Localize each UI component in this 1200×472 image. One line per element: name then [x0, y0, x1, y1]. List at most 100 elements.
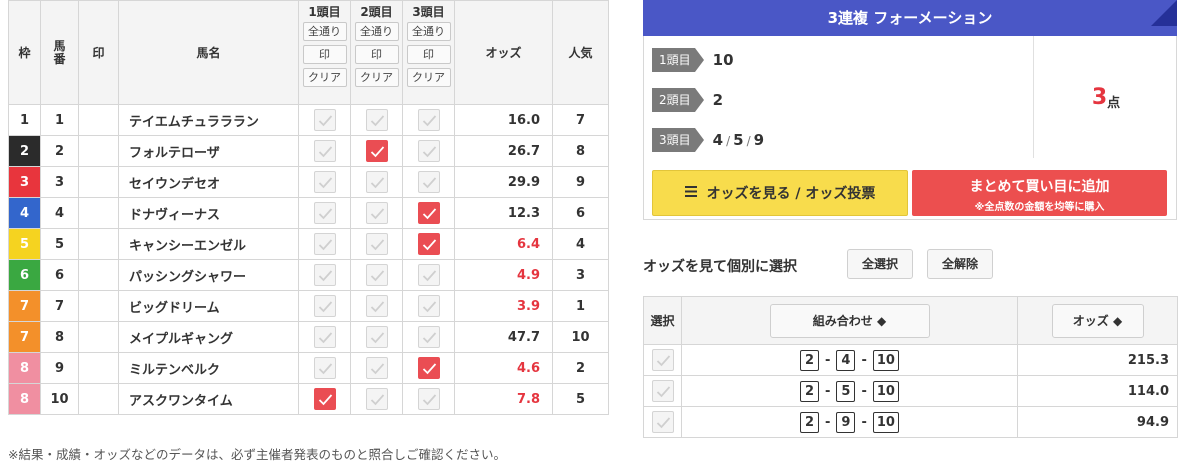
- popularity-value: 4: [575, 236, 586, 252]
- combo-checkbox[interactable]: [651, 349, 674, 371]
- horse-name[interactable]: ミルテンベルク: [129, 363, 220, 378]
- select-3-checkbox[interactable]: [417, 140, 440, 162]
- horse-name[interactable]: ドナヴィーナス: [129, 208, 220, 223]
- select-3-checkbox[interactable]: [417, 326, 440, 348]
- mark-cell[interactable]: [78, 135, 119, 167]
- horse-name-cell: ドナヴィーナス: [118, 197, 299, 229]
- combination-table-body: 2-4-10 215.3 2-5-10 114.0 2-9-10 94.9: [643, 344, 1178, 438]
- add-all-button[interactable]: まとめて買い目に追加 ※全点数の金額を均等に購入: [912, 170, 1167, 216]
- horse-name[interactable]: アスクワンタイム: [129, 394, 233, 409]
- odds-cell: 47.7: [454, 321, 553, 353]
- horse-name[interactable]: フォルテローザ: [129, 146, 220, 161]
- popularity-cell: 6: [552, 197, 609, 229]
- horse-name[interactable]: セイウンデセオ: [129, 177, 220, 192]
- select-1-mark-button[interactable]: 印: [302, 45, 347, 64]
- select-3-checkbox[interactable]: [417, 295, 440, 317]
- combo-checkbox[interactable]: [651, 411, 674, 433]
- select-3-checkbox[interactable]: [417, 233, 440, 255]
- mark-cell[interactable]: [78, 228, 119, 260]
- horse-name[interactable]: テイエムチュラララン: [129, 115, 259, 130]
- select-2-checkbox[interactable]: [365, 233, 388, 255]
- select-2-clear-button[interactable]: クリア: [354, 68, 399, 87]
- horse-row: 8 9 ミルテンベルク 4.6 2: [8, 352, 609, 384]
- popularity-value: 6: [575, 205, 586, 221]
- select-3-checkbox[interactable]: [417, 357, 440, 379]
- combo-cell: 2-4-10: [681, 344, 1018, 376]
- select-3-checkbox[interactable]: [417, 202, 440, 224]
- waku-number: 7: [19, 329, 30, 345]
- select-1-checkbox[interactable]: [313, 171, 336, 193]
- deselect-all-button[interactable]: 全解除: [927, 249, 993, 279]
- odds-value: 47.7: [507, 329, 540, 345]
- combo-row: 2-9-10 94.9: [643, 406, 1178, 438]
- select-1-checkbox[interactable]: [313, 109, 336, 131]
- waku-cell: 8: [8, 383, 41, 415]
- mark-cell[interactable]: [78, 166, 119, 198]
- mark-cell[interactable]: [78, 197, 119, 229]
- select-2-checkbox[interactable]: [365, 109, 388, 131]
- select-3-mark-button[interactable]: 印: [406, 45, 451, 64]
- select-1-cell: [298, 228, 351, 260]
- odds-value: 6.4: [516, 236, 540, 252]
- umaban-number: 1: [54, 112, 65, 128]
- select-3-cell: [402, 352, 455, 384]
- select-1-checkbox[interactable]: [313, 233, 336, 255]
- select-1-checkbox[interactable]: [313, 140, 336, 162]
- umaban-number: 10: [50, 391, 69, 407]
- select-1-all-button[interactable]: 全通り: [302, 22, 347, 41]
- select-1-checkbox[interactable]: [313, 326, 336, 348]
- odds-value: 3.9: [516, 298, 540, 314]
- select-2-all-button[interactable]: 全通り: [354, 22, 399, 41]
- select-2-checkbox[interactable]: [365, 357, 388, 379]
- sort-combination-button[interactable]: 組み合わせ ◆: [769, 303, 930, 338]
- mark-cell[interactable]: [78, 383, 119, 415]
- select-1-checkbox[interactable]: [313, 357, 336, 379]
- waku-number: 8: [19, 391, 30, 407]
- header-horse-name: 馬名: [118, 0, 299, 105]
- select-2-checkbox[interactable]: [365, 171, 388, 193]
- mark-cell[interactable]: [78, 321, 119, 353]
- select-2-checkbox[interactable]: [365, 202, 388, 224]
- combo-odds-value: 215.3: [1127, 352, 1169, 368]
- odds-cell: 3.9: [454, 290, 553, 322]
- select-3-checkbox[interactable]: [417, 388, 440, 410]
- mark-cell[interactable]: [78, 104, 119, 136]
- mark-cell[interactable]: [78, 259, 119, 291]
- select-3-clear-button[interactable]: クリア: [406, 68, 451, 87]
- select-1-clear-button[interactable]: クリア: [302, 68, 347, 87]
- select-3-cell: [402, 166, 455, 198]
- odds-cell: 4.9: [454, 259, 553, 291]
- horse-name[interactable]: キャンシーエンゼル: [129, 239, 246, 254]
- select-3-checkbox[interactable]: [417, 171, 440, 193]
- select-1-checkbox[interactable]: [313, 264, 336, 286]
- popularity-value: 9: [575, 174, 586, 190]
- sort-odds-button[interactable]: オッズ ◆: [1051, 303, 1144, 338]
- combo-checkbox[interactable]: [651, 380, 674, 402]
- select-3-cell: [402, 104, 455, 136]
- select-3-checkbox[interactable]: [417, 109, 440, 131]
- mark-cell[interactable]: [78, 352, 119, 384]
- horse-name[interactable]: パッシングシャワー: [129, 270, 246, 285]
- horse-row: 4 4 ドナヴィーナス 12.3 6: [8, 197, 609, 229]
- select-2-mark-button[interactable]: 印: [354, 45, 399, 64]
- select-2-checkbox[interactable]: [365, 295, 388, 317]
- mark-cell[interactable]: [78, 290, 119, 322]
- select-1-checkbox[interactable]: [313, 388, 336, 410]
- horse-name[interactable]: ビッグドリーム: [129, 301, 220, 316]
- select-1-checkbox[interactable]: [313, 202, 336, 224]
- select-2-checkbox[interactable]: [365, 140, 388, 162]
- select-2-checkbox[interactable]: [365, 326, 388, 348]
- waku-number: 3: [19, 174, 30, 190]
- header-select-3: 3頭目 全通り 印 クリア: [402, 0, 455, 105]
- select-2-checkbox[interactable]: [365, 388, 388, 410]
- select-3-all-button[interactable]: 全通り: [406, 22, 451, 41]
- popularity-cell: 3: [552, 259, 609, 291]
- select-1-checkbox[interactable]: [313, 295, 336, 317]
- select-all-button[interactable]: 全選択: [847, 249, 913, 279]
- select-3-checkbox[interactable]: [417, 264, 440, 286]
- view-odds-button[interactable]: オッズを見る / オッズ投票: [652, 170, 908, 216]
- popularity-cell: 4: [552, 228, 609, 260]
- horse-row: 7 8 メイプルギャング 47.7 10: [8, 321, 609, 353]
- select-2-checkbox[interactable]: [365, 264, 388, 286]
- horse-name[interactable]: メイプルギャング: [129, 332, 233, 347]
